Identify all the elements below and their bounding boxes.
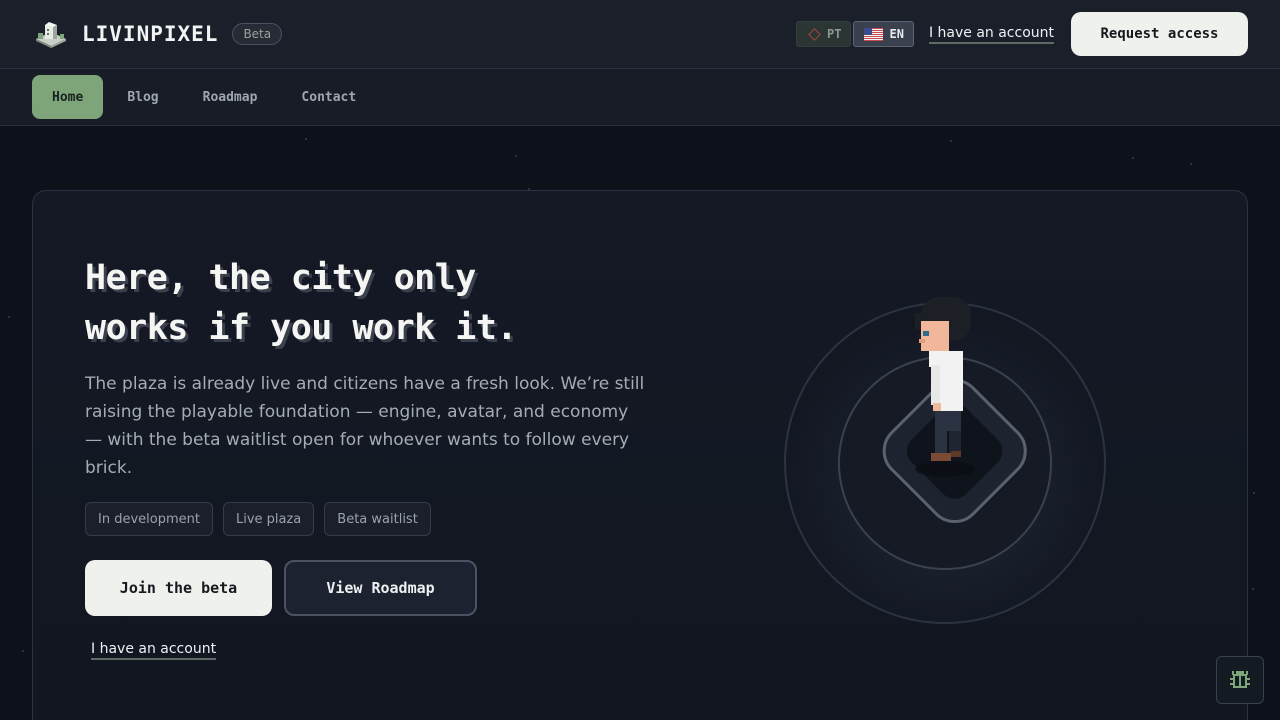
bug-report-icon: [1230, 671, 1250, 688]
nav-item-contact[interactable]: Contact: [279, 75, 378, 119]
header-account-link[interactable]: I have an account: [928, 25, 1054, 44]
join-beta-button[interactable]: Join the beta: [85, 560, 272, 616]
request-access-button[interactable]: Request access: [1071, 12, 1248, 56]
beta-badge: Beta: [232, 23, 283, 45]
hero-headline-line1: Here, the city only: [85, 258, 476, 298]
language-en-button[interactable]: EN: [853, 21, 914, 47]
nav-item-roadmap[interactable]: Roadmap: [181, 75, 280, 119]
status-tags: In development Live plaza Beta waitlist: [85, 502, 431, 536]
main-nav: Home Blog Roadmap Contact: [0, 69, 1280, 126]
view-roadmap-button[interactable]: View Roadmap: [284, 560, 477, 616]
tag-live-plaza: Live plaza: [222, 502, 315, 536]
us-flag-icon: [864, 27, 884, 41]
language-en-label: EN: [889, 27, 904, 41]
top-bar: LIVINPIXEL Beta PT EN I have an account …: [0, 0, 1280, 69]
brazil-flag-icon: [807, 29, 821, 39]
pixel-building-logo-icon: [36, 22, 66, 48]
tag-beta-waitlist: Beta waitlist: [324, 502, 431, 536]
hero-card: Here, the city only works if you work it…: [32, 190, 1248, 720]
hero-headline: Here, the city only works if you work it…: [85, 253, 605, 353]
bug-report-button[interactable]: [1216, 656, 1264, 704]
brand-name: LIVINPIXEL: [82, 22, 219, 46]
nav-item-home[interactable]: Home: [32, 75, 104, 119]
hero-account-link[interactable]: I have an account: [91, 641, 217, 660]
language-pt-label: PT: [827, 27, 842, 41]
language-pt-button[interactable]: PT: [796, 21, 852, 47]
avatar-stage-illustration: [784, 297, 1106, 624]
brand-logo[interactable]: LIVINPIXEL Beta: [32, 19, 283, 49]
nav-item-blog[interactable]: Blog: [105, 75, 180, 119]
hero-description: The plaza is already live and citizens h…: [85, 374, 645, 478]
language-switcher: PT EN: [796, 21, 914, 47]
hero-headline-line2: works if you work it.: [85, 308, 518, 348]
tag-in-development: In development: [85, 502, 213, 536]
